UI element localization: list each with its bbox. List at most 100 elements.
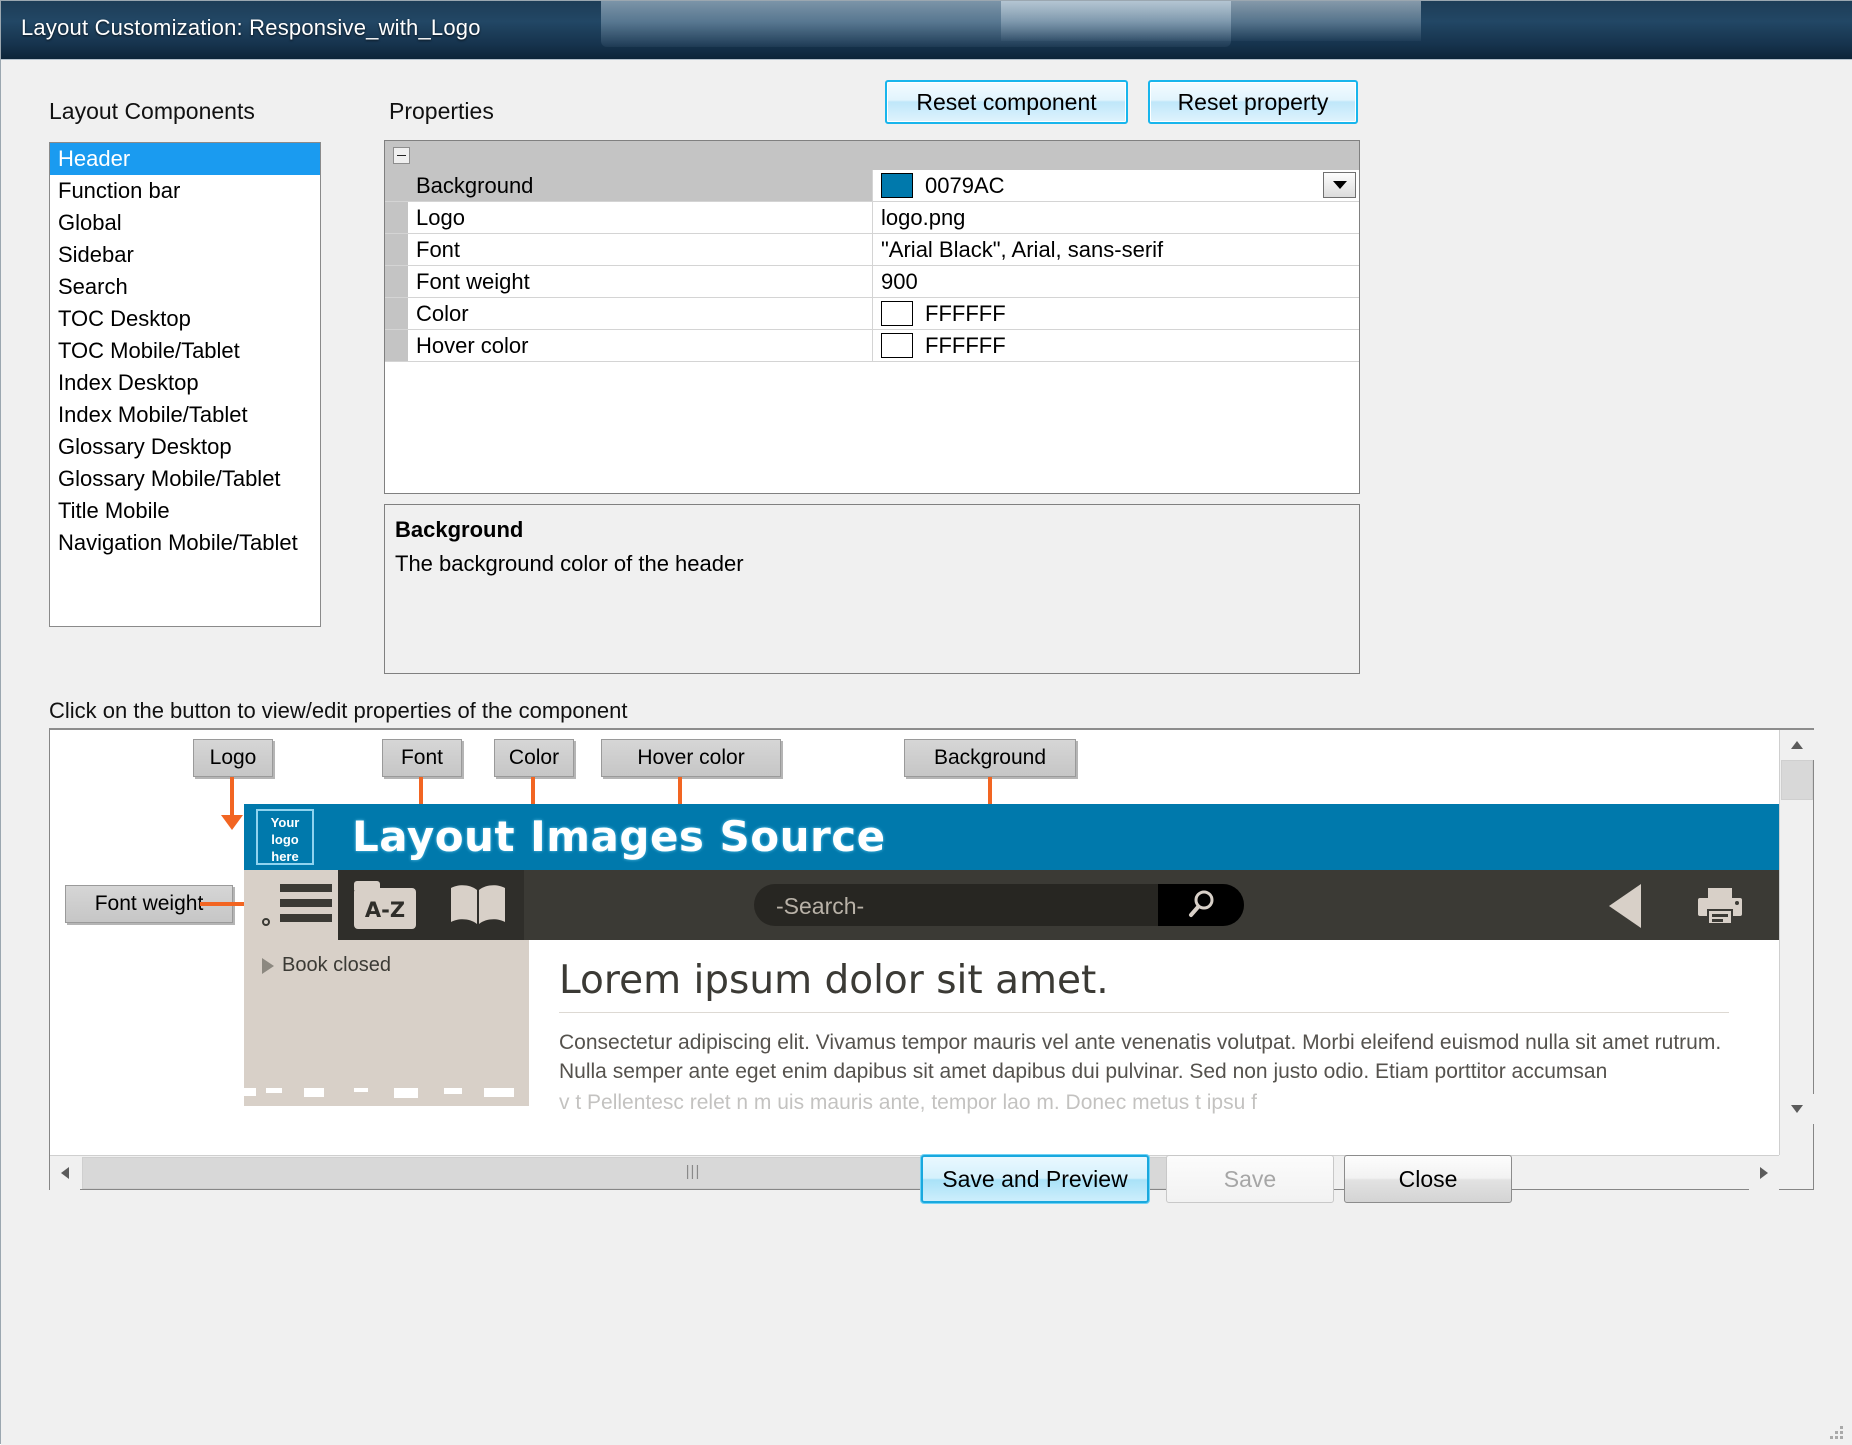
property-value-cell[interactable]: FFFFFF [873, 330, 1359, 361]
description-text: The background color of the header [395, 551, 744, 577]
preview-vertical-scrollbar[interactable] [1779, 730, 1813, 1158]
window-title: Layout Customization: Responsive_with_Lo… [21, 15, 481, 41]
scroll-thumb-grip-icon: ||| [686, 1163, 701, 1180]
sidebar-toc-item[interactable]: Book closed [262, 954, 391, 977]
title-bar-glass-decoration-2 [1001, 1, 1421, 41]
property-value-cell[interactable]: 900 [873, 266, 1359, 297]
scroll-down-button[interactable] [1780, 1094, 1814, 1124]
glossary-book-icon[interactable] [448, 882, 508, 928]
toc-bullet-icon [262, 918, 270, 926]
list-item[interactable]: Glossary Mobile/Tablet [50, 463, 320, 495]
row-gutter [385, 202, 408, 233]
resize-grip-icon[interactable] [1830, 1426, 1844, 1440]
color-dropdown-button[interactable] [1323, 172, 1356, 198]
sidebar-toc-item-label: Book closed [282, 954, 391, 976]
color-swatch-icon [881, 333, 913, 358]
reset-component-button[interactable]: Reset component [885, 80, 1128, 124]
preview-sidebar: Book closed [244, 940, 529, 1100]
property-value-cell[interactable]: "Arial Black", Arial, sans-serif [873, 234, 1359, 265]
callout-button-font[interactable]: Font [382, 739, 462, 777]
row-gutter [385, 298, 408, 329]
search-placeholder: -Search- [776, 893, 864, 920]
layout-components-listbox[interactable]: Header Function bar Global Sidebar Searc… [49, 142, 321, 627]
scroll-thumb-vertical[interactable] [1781, 760, 1813, 800]
index-az-icon[interactable]: A-Z [354, 881, 416, 929]
property-value-cell[interactable]: FFFFFF [873, 298, 1359, 329]
chevron-left-icon [60, 1166, 70, 1180]
chevron-up-icon [1790, 740, 1804, 750]
content-paragraph: Consectetur adipiscing elit. Vivamus tem… [559, 1028, 1759, 1086]
callout-button-logo[interactable]: Logo [193, 739, 273, 777]
property-row-logo[interactable]: Logo logo.png [385, 202, 1359, 234]
preview-site-header: Your logo here Layout Images Source [244, 804, 1779, 870]
search-submit-button[interactable] [1158, 884, 1244, 926]
property-name: Font weight [408, 266, 873, 297]
preview-content-area: Lorem ipsum dolor sit amet. Consectetur … [529, 940, 1779, 1105]
list-item[interactable]: Index Desktop [50, 367, 320, 399]
preview-clip-edge [244, 1088, 529, 1106]
property-name: Background [408, 170, 873, 201]
property-row-font-weight[interactable]: Font weight 900 [385, 266, 1359, 298]
layout-components-label: Layout Components [49, 98, 255, 125]
callout-button-background[interactable]: Background [904, 739, 1076, 777]
list-item[interactable]: Glossary Desktop [50, 431, 320, 463]
property-name: Logo [408, 202, 873, 233]
list-item[interactable]: Index Mobile/Tablet [50, 399, 320, 431]
property-row-font[interactable]: Font "Arial Black", Arial, sans-serif [385, 234, 1359, 266]
toc-toggle-button[interactable] [244, 870, 338, 940]
callout-arrow-logo [230, 777, 234, 817]
reset-property-button[interactable]: Reset property [1148, 80, 1358, 124]
list-item[interactable]: Sidebar [50, 239, 320, 271]
list-item[interactable]: Header [50, 143, 320, 175]
list-item[interactable]: Title Mobile [50, 495, 320, 527]
property-row-background[interactable]: Background 0079AC [385, 170, 1359, 202]
property-value-cell[interactable]: logo.png [873, 202, 1359, 233]
function-bar-icon-group: A-Z [338, 870, 524, 940]
list-item[interactable]: Search [50, 271, 320, 303]
callout-button-color[interactable]: Color [494, 739, 574, 777]
logo-line-3: here [258, 848, 312, 865]
callout-button-hover-color[interactable]: Hover color [601, 739, 781, 777]
scroll-up-button[interactable] [1780, 730, 1814, 760]
row-gutter [385, 330, 408, 361]
triangle-right-icon [262, 958, 274, 974]
property-value: logo.png [881, 205, 965, 231]
property-value-cell[interactable]: 0079AC [873, 170, 1359, 201]
print-icon[interactable] [1692, 886, 1748, 926]
list-item[interactable]: Navigation Mobile/Tablet [50, 527, 320, 559]
scroll-right-button[interactable] [1749, 1156, 1779, 1190]
hamburger-icon [280, 884, 332, 929]
row-gutter [385, 266, 408, 297]
previous-page-icon[interactable] [1609, 884, 1641, 928]
layout-preview-pane[interactable]: Logo Font Color Hover color Background F… [49, 728, 1814, 1190]
list-item[interactable]: TOC Mobile/Tablet [50, 335, 320, 367]
search-input[interactable]: -Search- [754, 884, 1244, 926]
color-swatch-icon [881, 173, 913, 198]
preview-viewport: Logo Font Color Hover color Background F… [50, 730, 1779, 1158]
close-button[interactable]: Close [1344, 1155, 1512, 1203]
chevron-right-icon [1759, 1166, 1769, 1180]
property-row-color[interactable]: Color FFFFFF [385, 298, 1359, 330]
list-item[interactable]: Function bar [50, 175, 320, 207]
function-bar-right-zone: -Search- [524, 870, 1779, 940]
properties-label: Properties [389, 98, 494, 125]
content-divider [559, 1012, 1729, 1013]
dialog-body: Layout Components Header Function bar Gl… [1, 59, 1852, 1445]
row-gutter [385, 234, 408, 265]
property-value: FFFFFF [925, 333, 1006, 359]
scroll-left-button[interactable] [50, 1156, 80, 1190]
save-and-preview-button[interactable]: Save and Preview [921, 1155, 1149, 1203]
content-paragraph-clipped: v t Pellentesc relet n m uis mauris ante… [559, 1088, 1759, 1117]
dialog-status-bar [2, 1432, 1850, 1444]
preview-function-bar: A-Z -Search- [244, 870, 1779, 940]
list-item[interactable]: Global [50, 207, 320, 239]
property-row-hover-color[interactable]: Hover color FFFFFF [385, 330, 1359, 362]
search-icon [1184, 888, 1218, 922]
description-title: Background [395, 517, 523, 543]
content-heading: Lorem ipsum dolor sit amet. [559, 958, 1109, 1003]
preview-logo-placeholder: Your logo here [256, 809, 314, 865]
list-item[interactable]: TOC Desktop [50, 303, 320, 335]
preview-horizontal-scrollbar[interactable]: ||| [50, 1155, 1779, 1189]
properties-grid[interactable]: Background 0079AC Logo logo.png Fo [384, 140, 1360, 494]
collapse-group-icon[interactable] [393, 147, 410, 164]
